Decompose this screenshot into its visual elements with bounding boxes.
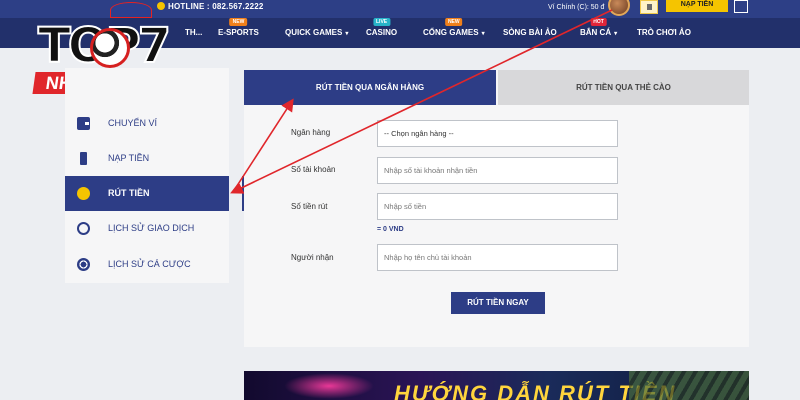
amount-label: Số tiền rút	[291, 202, 328, 211]
chevron-down-icon: ▾	[614, 31, 618, 37]
nav-item-ban-ca[interactable]: HOT BẮN CÁ ▾	[580, 18, 618, 37]
sidebar-item-lich-su-giao-dich[interactable]: LỊCH SỬ GIAO DỊCH	[65, 211, 229, 246]
withdraw-now-button[interactable]: RÚT TIỀN NGAY	[451, 292, 545, 314]
banner-glow	[284, 373, 374, 399]
recipient-label: Người nhận	[291, 253, 334, 262]
bank-label: Ngân hàng	[291, 128, 331, 137]
guide-banner[interactable]: HƯỚNG DẪN RÚT TIỀN	[244, 371, 749, 400]
recipient-input[interactable]: Nhập họ tên chủ tài khoản	[377, 244, 618, 271]
logout-icon[interactable]	[734, 0, 748, 13]
bank-select[interactable]: -- Chọn ngân hàng --	[377, 120, 618, 147]
sidebar-item-nap-tien[interactable]: NẠP TIỀN	[65, 141, 229, 176]
tab-card-withdraw[interactable]: RÚT TIỀN QUA THẺ CÀO	[498, 70, 749, 105]
wallet-icon	[77, 117, 90, 130]
chevron-down-icon: ▾	[345, 31, 349, 37]
nav-item-casino[interactable]: LIVE CASINO	[366, 18, 397, 37]
wallet-balance: Ví Chính (C): 50 đ	[548, 4, 605, 11]
nav-item-quick-games[interactable]: QUICK GAMES ▾	[285, 28, 348, 37]
soccer-ball-icon	[77, 258, 90, 271]
sidebar-item-rut-tien[interactable]: RÚT TIỀN	[65, 176, 229, 211]
notification-button[interactable]	[640, 0, 658, 14]
new-badge: NEW	[444, 18, 463, 26]
avatar[interactable]	[608, 0, 630, 16]
nav-item-cong-games[interactable]: NEW CỔNG GAMES ▾	[423, 18, 485, 37]
history-icon	[77, 222, 90, 235]
amount-input[interactable]: Nhập số tiền	[377, 193, 618, 220]
amount-converted: = 0 VND	[377, 226, 404, 233]
account-input[interactable]: Nhập số tài khoản nhận tiền	[377, 157, 618, 184]
banner-money-image	[629, 371, 749, 400]
tab-bank-withdraw[interactable]: RÚT TIỀN QUA NGÂN HÀNG	[244, 70, 496, 105]
sidebar-item-chuyen-vi[interactable]: CHUYỂN VÍ	[65, 106, 229, 141]
account-sidebar: CHUYỂN VÍ NẠP TIỀN RÚT TIỀN LỊCH SỬ GIAO…	[65, 68, 229, 283]
logo-crest	[110, 2, 152, 18]
account-label: Số tài khoản	[291, 165, 336, 174]
sidebar-item-lich-su-ca-cuoc[interactable]: LỊCH SỬ CÁ CƯỢC	[65, 247, 229, 282]
nav-item-esports[interactable]: NEW E-SPORTS	[218, 18, 259, 37]
phone-icon	[80, 152, 87, 165]
coin-icon	[77, 187, 90, 200]
deposit-button[interactable]: NẠP TIỀN	[666, 0, 728, 12]
new-badge: NEW	[229, 18, 248, 26]
chevron-down-icon: ▾	[481, 31, 485, 37]
soccer-ball-icon	[90, 28, 130, 68]
nav-item-tro-choi-ao[interactable]: TRÒ CHƠI ẢO	[637, 28, 691, 37]
hot-badge: HOT	[590, 18, 607, 26]
nav-item-song-bai-ao[interactable]: SÒNG BÀI ẢO	[503, 28, 557, 37]
live-badge: LIVE	[373, 18, 391, 26]
